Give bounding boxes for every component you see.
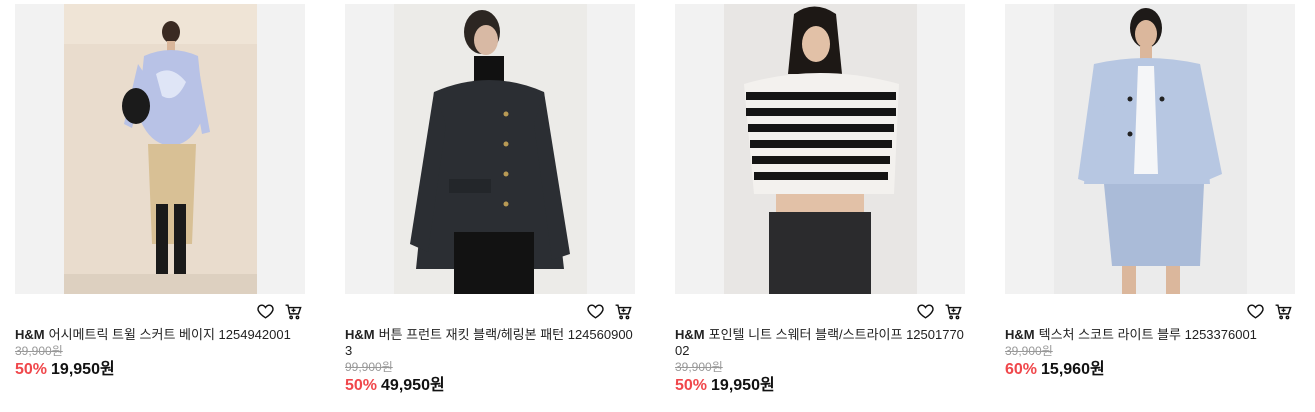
product-card[interactable]: H&M 어시메트릭 트윌 스커트 베이지 1254942001 39,900원 5…: [15, 4, 305, 380]
product-photo: [64, 4, 257, 294]
discount-rate: 50%: [15, 361, 48, 378]
price-row: 50% 19,950원: [675, 376, 965, 396]
product-actions: [675, 297, 965, 325]
original-price: 39,900원: [15, 344, 63, 358]
product-image[interactable]: [15, 4, 305, 294]
price-row: 50% 49,950원: [345, 376, 635, 396]
product-name[interactable]: H&M 버튼 프런트 재킷 블랙/헤링본 패턴 1245609003: [345, 327, 635, 359]
heart-icon[interactable]: [585, 301, 605, 321]
price-row: 60% 15,960원: [1005, 360, 1295, 380]
product-title: 버튼 프런트 재킷 블랙/헤링본 패턴 1245609003: [345, 327, 633, 358]
product-title: 포인텔 니트 스웨터 블랙/스트라이프 1250177002: [675, 327, 964, 358]
heart-icon[interactable]: [915, 301, 935, 321]
product-image[interactable]: [675, 4, 965, 294]
discount-rate: 60%: [1005, 361, 1038, 378]
product-photo: [724, 4, 917, 294]
original-price: 39,900원: [1005, 344, 1053, 358]
product-card[interactable]: H&M 버튼 프런트 재킷 블랙/헤링본 패턴 1245609003 99,900…: [345, 4, 635, 396]
product-actions: [345, 297, 635, 325]
product-name[interactable]: H&M 어시메트릭 트윌 스커트 베이지 1254942001: [15, 327, 305, 343]
cart-icon[interactable]: [943, 301, 963, 321]
sale-price: 49,950원: [381, 377, 445, 394]
heart-icon[interactable]: [255, 301, 275, 321]
product-photo: [1054, 4, 1247, 294]
heart-icon[interactable]: [1245, 301, 1265, 321]
product-actions: [15, 297, 305, 325]
product-brand: H&M: [15, 327, 45, 342]
product-image[interactable]: [1005, 4, 1295, 294]
original-price: 39,900원: [675, 360, 723, 374]
product-actions: [1005, 297, 1295, 325]
product-brand: H&M: [1005, 327, 1035, 342]
discount-rate: 50%: [345, 377, 378, 394]
sale-price: 15,960원: [1041, 361, 1105, 378]
sale-price: 19,950원: [51, 361, 115, 378]
cart-icon[interactable]: [283, 301, 303, 321]
discount-rate: 50%: [675, 377, 708, 394]
original-price: 99,900원: [345, 360, 393, 374]
product-grid: H&M 어시메트릭 트윌 스커트 베이지 1254942001 39,900원 5…: [0, 0, 1315, 412]
price-row: 50% 19,950원: [15, 360, 305, 380]
product-brand: H&M: [345, 327, 375, 342]
product-card[interactable]: H&M 텍스처 스코트 라이트 블루 1253376001 39,900원 60%…: [1005, 4, 1295, 380]
product-title: 텍스처 스코트 라이트 블루 1253376001: [1038, 327, 1257, 342]
product-card[interactable]: H&M 포인텔 니트 스웨터 블랙/스트라이프 1250177002 39,900…: [675, 4, 965, 396]
product-title: 어시메트릭 트윌 스커트 베이지 1254942001: [48, 327, 291, 342]
product-photo: [394, 4, 587, 294]
sale-price: 19,950원: [711, 377, 775, 394]
cart-icon[interactable]: [1273, 301, 1293, 321]
product-name[interactable]: H&M 텍스처 스코트 라이트 블루 1253376001: [1005, 327, 1295, 343]
cart-icon[interactable]: [613, 301, 633, 321]
product-name[interactable]: H&M 포인텔 니트 스웨터 블랙/스트라이프 1250177002: [675, 327, 965, 359]
product-brand: H&M: [675, 327, 705, 342]
product-image[interactable]: [345, 4, 635, 294]
